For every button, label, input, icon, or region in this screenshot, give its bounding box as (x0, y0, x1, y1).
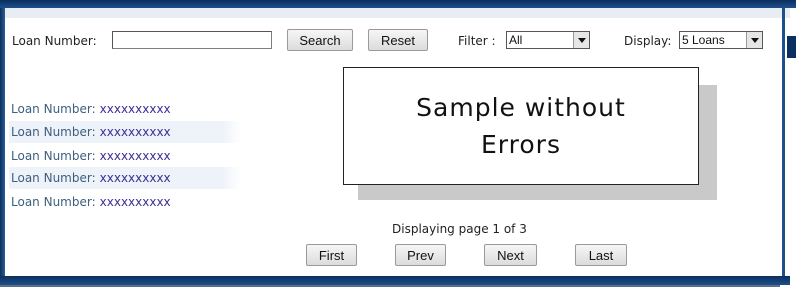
right-frame-border (782, 8, 785, 280)
loan-key: Loan Number: (11, 102, 96, 116)
loan-search-window: Loan Number: Search Reset Filter : All D… (0, 0, 796, 290)
list-item[interactable]: Loan Number: xxxxxxxxxx (9, 98, 241, 120)
loan-key: Loan Number: (11, 149, 96, 163)
prev-page-button[interactable]: Prev (395, 244, 446, 266)
display-select-value: 5 Loans (682, 33, 725, 47)
right-frame-tab (787, 36, 796, 58)
list-item[interactable]: Loan Number: xxxxxxxxxx (9, 167, 241, 189)
left-frame-border (0, 8, 5, 280)
callout-line-1: Sample without (416, 93, 626, 122)
loan-value: xxxxxxxxxx (99, 195, 171, 209)
search-button[interactable]: Search (287, 29, 353, 51)
loan-value: xxxxxxxxxx (99, 171, 171, 185)
chevron-down-icon[interactable] (746, 32, 762, 48)
bottom-frame-line (0, 285, 780, 287)
top-frame-bar (0, 0, 796, 8)
loan-value: xxxxxxxxxx (99, 149, 171, 163)
paging-status: Displaying page 1 of 3 (392, 222, 527, 236)
first-page-button[interactable]: First (306, 244, 357, 266)
loan-number-input[interactable] (112, 31, 272, 49)
bottom-frame-bar (0, 276, 790, 285)
last-page-button[interactable]: Last (575, 244, 627, 266)
loan-number-label: Loan Number: (12, 34, 97, 48)
next-page-button[interactable]: Next (484, 244, 537, 266)
callout-line-2: Errors (481, 130, 561, 159)
loan-key: Loan Number: (11, 171, 96, 185)
list-item[interactable]: Loan Number: xxxxxxxxxx (9, 145, 241, 167)
filter-select[interactable]: All (506, 31, 590, 49)
chevron-down-icon[interactable] (573, 32, 589, 48)
filter-label: Filter : (458, 34, 496, 48)
loan-value: xxxxxxxxxx (99, 102, 171, 116)
filter-select-value: All (509, 33, 523, 47)
list-item[interactable]: Loan Number: xxxxxxxxxx (9, 191, 241, 213)
loan-value: xxxxxxxxxx (99, 125, 171, 139)
loan-key: Loan Number: (11, 195, 96, 209)
reset-button[interactable]: Reset (368, 29, 428, 51)
display-label: Display: (624, 34, 672, 48)
loan-key: Loan Number: (11, 125, 96, 139)
list-item[interactable]: Loan Number: xxxxxxxxxx (9, 121, 241, 143)
sample-callout: Sample without Errors (343, 67, 699, 185)
header-strip (0, 8, 790, 18)
display-select[interactable]: 5 Loans (679, 31, 763, 49)
